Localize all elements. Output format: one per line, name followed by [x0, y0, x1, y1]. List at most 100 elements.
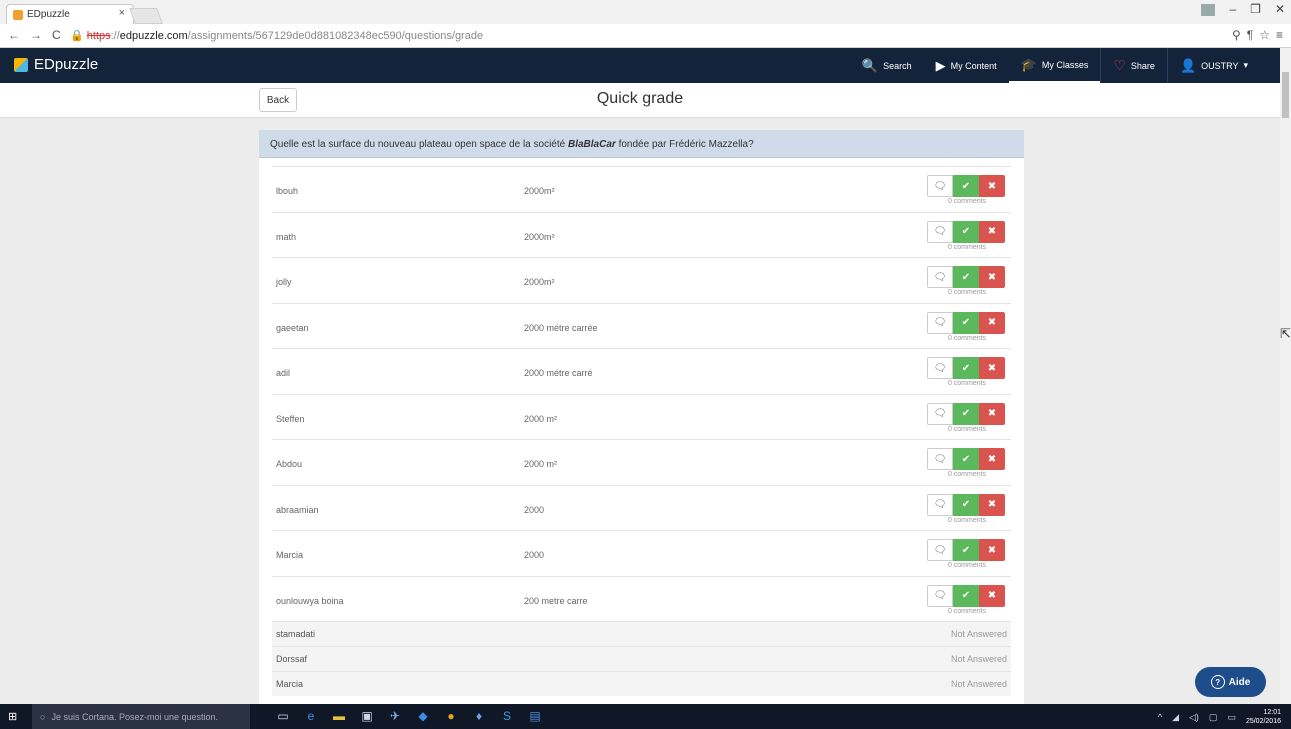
page-scrollbar[interactable]: [1280, 48, 1291, 704]
mark-incorrect-button[interactable]: ✖: [979, 402, 1005, 425]
app-icon[interactable]: ◆: [416, 709, 430, 723]
comments-count[interactable]: 0 comments: [927, 426, 1007, 433]
mark-correct-button[interactable]: ✔: [953, 493, 979, 516]
chrome-icon[interactable]: ●: [444, 709, 458, 723]
extension-icon[interactable]: ⚲: [1232, 28, 1241, 42]
mark-incorrect-button[interactable]: ✖: [979, 220, 1005, 243]
comments-count[interactable]: 0 comments: [927, 335, 1007, 342]
task-view-icon[interactable]: ▭: [276, 709, 290, 723]
grade-button-group: 🗨 ✔ ✖: [927, 402, 1007, 425]
tab-close-icon[interactable]: ×: [119, 7, 125, 19]
chevron-up-icon[interactable]: ^: [1158, 712, 1162, 722]
nav-my-content[interactable]: ▶ My Content: [924, 48, 1009, 83]
answer-row: adil 2000 métre carré 🗨 ✔ ✖ 0 comments: [272, 348, 1011, 394]
mark-correct-button[interactable]: ✔: [953, 448, 979, 470]
comments-count[interactable]: 0 comments: [927, 198, 1007, 205]
comment-button[interactable]: 🗨: [927, 584, 953, 607]
comments-count[interactable]: 0 comments: [927, 380, 1007, 387]
close-icon: ✖: [987, 408, 997, 419]
comments-count[interactable]: 0 comments: [927, 289, 1007, 296]
network-icon[interactable]: ◢: [1172, 712, 1179, 723]
reload-icon[interactable]: C: [52, 28, 61, 42]
mark-incorrect-button[interactable]: ✖: [979, 493, 1005, 516]
page-header: Quick grade Back: [0, 83, 1280, 118]
comment-button[interactable]: 🗨: [927, 448, 953, 470]
comment-button[interactable]: 🗨: [927, 539, 953, 561]
student-name: Marcia: [276, 679, 304, 689]
mark-correct-button[interactable]: ✔: [953, 357, 979, 379]
mark-correct-button[interactable]: ✔: [953, 402, 979, 425]
keyboard-icon[interactable]: ▭: [1227, 712, 1236, 723]
comment-button[interactable]: 🗨: [927, 493, 953, 516]
star-icon[interactable]: ☆: [1259, 28, 1270, 42]
comments-count[interactable]: 0 comments: [927, 562, 1007, 569]
comment-button[interactable]: 🗨: [927, 311, 953, 334]
nav-my-classes[interactable]: 🎓 My Classes: [1008, 48, 1101, 83]
volume-icon[interactable]: ◁): [1189, 712, 1199, 723]
comments-count[interactable]: 0 comments: [927, 608, 1007, 615]
restore-icon[interactable]: ❐: [1250, 2, 1261, 16]
not-answered-row: stamadati Not Answered: [272, 621, 1011, 646]
brand[interactable]: EDpuzzle: [14, 56, 98, 73]
help-button[interactable]: ? Aide: [1195, 667, 1266, 697]
clock[interactable]: 12:01 25/02/2016: [1246, 708, 1281, 726]
comment-icon: 🗨: [933, 453, 947, 465]
menu-icon[interactable]: ≡: [1276, 28, 1283, 42]
mark-correct-button[interactable]: ✔: [953, 584, 979, 607]
nav-search[interactable]: 🔍 Search: [850, 48, 924, 83]
windows-start-icon[interactable]: ⊞: [8, 710, 17, 723]
user-menu[interactable]: 👤 OUSTRY ▾: [1168, 48, 1260, 83]
answer-row: gaeetan 2000 métre carrée 🗨 ✔ ✖ 0 comments: [272, 302, 1011, 349]
mark-incorrect-button[interactable]: ✖: [979, 539, 1005, 561]
search-icon: 🔍: [861, 57, 879, 73]
skype-icon[interactable]: S: [500, 709, 514, 723]
mark-correct-button[interactable]: ✔: [953, 220, 979, 243]
mark-correct-button[interactable]: ✔: [953, 175, 979, 197]
mark-incorrect-button[interactable]: ✖: [979, 311, 1005, 334]
comments-count[interactable]: 0 comments: [927, 517, 1007, 524]
app-icon[interactable]: ♦: [472, 709, 486, 723]
file-explorer-icon[interactable]: ▬: [332, 709, 346, 723]
minimize-icon[interactable]: –: [1229, 2, 1236, 16]
comments-count[interactable]: 0 comments: [927, 244, 1007, 251]
comments-count[interactable]: 0 comments: [927, 471, 1007, 478]
mark-incorrect-button[interactable]: ✖: [979, 175, 1005, 197]
browser-tab[interactable]: EDpuzzle ×: [6, 4, 134, 24]
status-label: Not Answered: [950, 654, 1007, 664]
back-arrow-icon[interactable]: ←: [8, 28, 20, 42]
translate-icon[interactable]: ¶: [1247, 28, 1253, 42]
nav-share[interactable]: ♡ Share: [1101, 48, 1167, 83]
mark-incorrect-button[interactable]: ✖: [979, 357, 1005, 379]
check-icon: ✔: [961, 499, 971, 510]
app-icon[interactable]: ▤: [528, 709, 542, 723]
mark-correct-button[interactable]: ✔: [953, 311, 979, 334]
url-field[interactable]: 🔒 https://edpuzzle.com/assignments/56712…: [70, 29, 483, 42]
mark-incorrect-button[interactable]: ✖: [979, 448, 1005, 470]
edpuzzle-logo-icon: [14, 57, 28, 72]
student-answer: 2000 métre carrée: [524, 322, 598, 333]
comment-button[interactable]: 🗨: [927, 357, 953, 379]
answer-row: Marcia 2000 🗨 ✔ ✖ 0 comments: [272, 530, 1011, 576]
forward-arrow-icon[interactable]: →: [30, 28, 42, 42]
new-tab-button[interactable]: [129, 8, 163, 24]
app-icon[interactable]: ✈: [388, 709, 402, 723]
check-icon: ✔: [961, 453, 971, 465]
comment-button[interactable]: 🗨: [927, 266, 953, 288]
mark-correct-button[interactable]: ✔: [953, 266, 979, 288]
close-window-icon[interactable]: ✕: [1275, 2, 1285, 16]
cortana-search[interactable]: ○ Je suis Cortana. Posez-moi une questio…: [32, 704, 250, 729]
comment-button[interactable]: 🗨: [927, 402, 953, 425]
mark-incorrect-button[interactable]: ✖: [979, 584, 1005, 607]
mark-correct-button[interactable]: ✔: [953, 539, 979, 561]
notification-icon[interactable]: ▢: [1209, 712, 1218, 723]
back-button[interactable]: Back: [259, 88, 297, 112]
store-icon[interactable]: ▣: [360, 709, 374, 723]
scrollbar-thumb[interactable]: [1282, 72, 1289, 118]
comment-button[interactable]: 🗨: [927, 175, 953, 197]
profile-icon[interactable]: [1201, 4, 1216, 16]
mark-incorrect-button[interactable]: ✖: [979, 266, 1005, 288]
not-answered-row: Marcia Not Answered: [272, 671, 1011, 696]
edge-icon[interactable]: e: [304, 709, 318, 723]
comment-button[interactable]: 🗨: [927, 220, 953, 243]
question-text: Quelle est la surface du nouveau plateau…: [259, 130, 1024, 158]
